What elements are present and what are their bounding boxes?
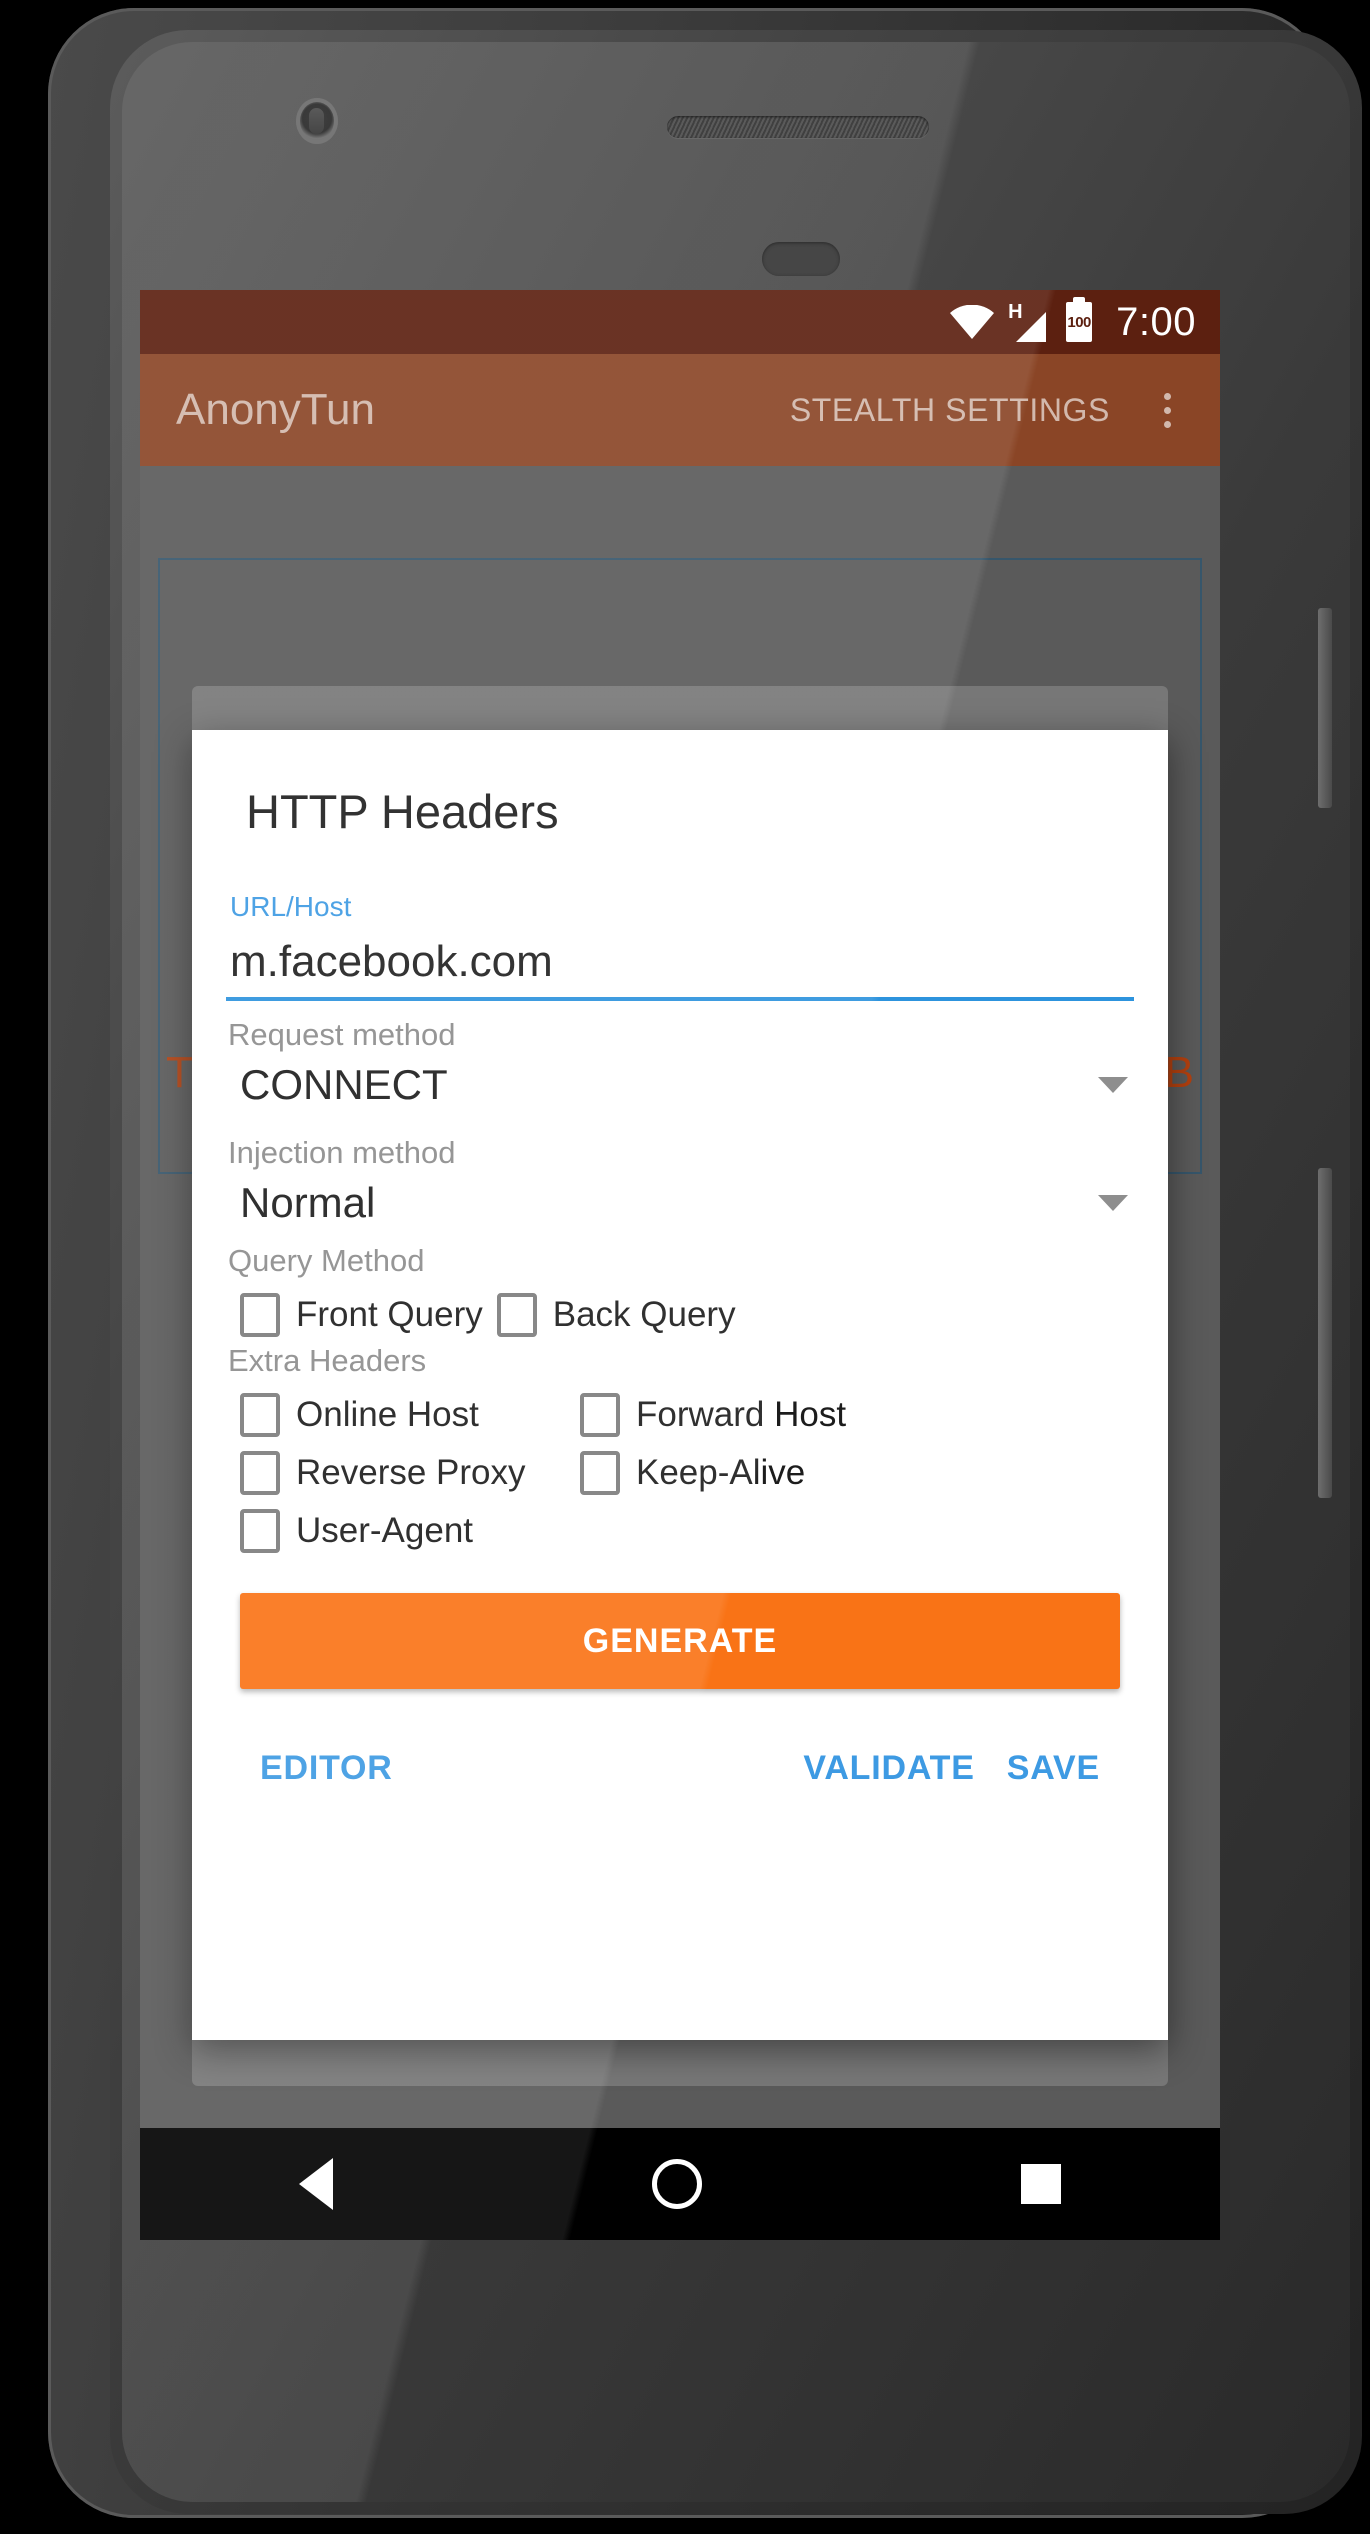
injection-method-value: Normal xyxy=(240,1179,376,1226)
query-method-row: Front Query Back Query xyxy=(226,1293,1134,1337)
home-circle-icon[interactable] xyxy=(651,2159,702,2209)
app-title: AnonyTun xyxy=(176,385,375,434)
request-method-label: Request method xyxy=(228,1017,456,1052)
status-bar-clock: 7:00 xyxy=(1116,300,1196,344)
dialog-body: URL/Host Request method CONNECT Injectio… xyxy=(192,891,1168,1802)
battery-percent-label: 100 xyxy=(1067,313,1091,331)
checkbox-keep-alive[interactable]: Keep-Alive xyxy=(566,1451,805,1495)
checkbox-online-host[interactable]: Online Host xyxy=(226,1393,566,1437)
query-method-label: Query Method xyxy=(228,1243,425,1278)
app-bar-actions: STEALTH SETTINGS xyxy=(772,379,1216,441)
request-method-spinner[interactable]: CONNECT xyxy=(226,1053,1134,1119)
battery-icon: 100 xyxy=(1066,297,1093,342)
generate-button[interactable]: GENERATE xyxy=(240,1593,1120,1689)
checkbox-label: Reverse Proxy xyxy=(296,1453,526,1492)
app-content-background: TX KB HTTP Headers URL/Host Request meth… xyxy=(140,466,1220,2086)
recents-square-icon[interactable] xyxy=(1020,2164,1061,2204)
checkbox-box-icon[interactable] xyxy=(240,1451,280,1495)
checkbox-label: Forward Host xyxy=(636,1395,847,1434)
extra-headers-row-3: User-Agent xyxy=(226,1509,1134,1553)
overflow-menu-icon[interactable] xyxy=(1136,379,1198,441)
volume-button[interactable] xyxy=(1318,1168,1332,1498)
http-headers-dialog: HTTP Headers URL/Host Request method CON… xyxy=(192,730,1168,2040)
app-bar: AnonyTun STEALTH SETTINGS xyxy=(140,354,1220,466)
chevron-down-icon xyxy=(1098,1195,1128,1211)
editor-button[interactable]: EDITOR xyxy=(244,1735,409,1802)
chevron-down-icon xyxy=(1098,1077,1128,1093)
overflow-dot xyxy=(1163,392,1171,400)
extra-headers-label: Extra Headers xyxy=(228,1343,427,1378)
android-nav-bar xyxy=(140,2128,1220,2240)
signal-h-icon: H xyxy=(1008,302,1050,342)
overflow-dot xyxy=(1163,406,1171,414)
checkbox-label: User-Agent xyxy=(296,1511,474,1550)
checkbox-label: Online Host xyxy=(296,1395,479,1434)
status-bar-icons: H 100 7:00 xyxy=(950,297,1196,344)
stealth-settings-button[interactable]: STEALTH SETTINGS xyxy=(772,380,1128,441)
proximity-sensor xyxy=(762,242,840,276)
extra-headers-row-2: Reverse Proxy Keep-Alive xyxy=(226,1451,1134,1495)
checkbox-box-icon[interactable] xyxy=(496,1293,537,1337)
request-method-value: CONNECT xyxy=(240,1061,448,1108)
injection-method-spinner[interactable]: Normal xyxy=(226,1171,1134,1237)
checkbox-label: Keep-Alive xyxy=(636,1453,806,1492)
checkbox-box-icon[interactable] xyxy=(580,1393,620,1437)
wifi-icon xyxy=(950,305,995,339)
extra-headers-row-1: Online Host Forward Host xyxy=(226,1393,1134,1437)
checkbox-box-icon[interactable] xyxy=(240,1293,280,1337)
dialog-title: HTTP Headers xyxy=(246,785,559,838)
save-button[interactable]: SAVE xyxy=(991,1735,1116,1802)
checkbox-front-query[interactable]: Front Query xyxy=(226,1293,483,1337)
url-host-label: URL/Host xyxy=(230,891,352,922)
validate-button[interactable]: VALIDATE xyxy=(787,1735,990,1802)
checkbox-box-icon[interactable] xyxy=(580,1451,620,1495)
status-bar: H 100 7:00 xyxy=(140,290,1220,354)
checkbox-label: Front Query xyxy=(296,1295,483,1334)
checkbox-reverse-proxy[interactable]: Reverse Proxy xyxy=(226,1451,566,1495)
injection-method-label: Injection method xyxy=(228,1135,456,1170)
overflow-dot xyxy=(1163,420,1171,428)
checkbox-user-agent[interactable]: User-Agent xyxy=(226,1509,473,1553)
earpiece-speaker xyxy=(667,116,929,138)
back-triangle-icon[interactable] xyxy=(299,2158,334,2210)
power-button[interactable] xyxy=(1318,608,1332,808)
checkbox-back-query[interactable]: Back Query xyxy=(483,1293,736,1337)
phone-screen: H 100 7:00 AnonyTun STEALTH SETTINGS TX … xyxy=(140,290,1220,2240)
checkbox-box-icon[interactable] xyxy=(240,1393,280,1437)
front-camera-icon xyxy=(296,98,338,144)
url-host-input[interactable] xyxy=(226,923,1134,1001)
signal-bars xyxy=(1016,312,1047,342)
checkbox-box-icon[interactable] xyxy=(240,1509,280,1553)
dialog-action-row: EDITOR VALIDATE SAVE xyxy=(226,1735,1134,1802)
checkbox-forward-host[interactable]: Forward Host xyxy=(566,1393,846,1437)
checkbox-label: Back Query xyxy=(552,1295,736,1334)
